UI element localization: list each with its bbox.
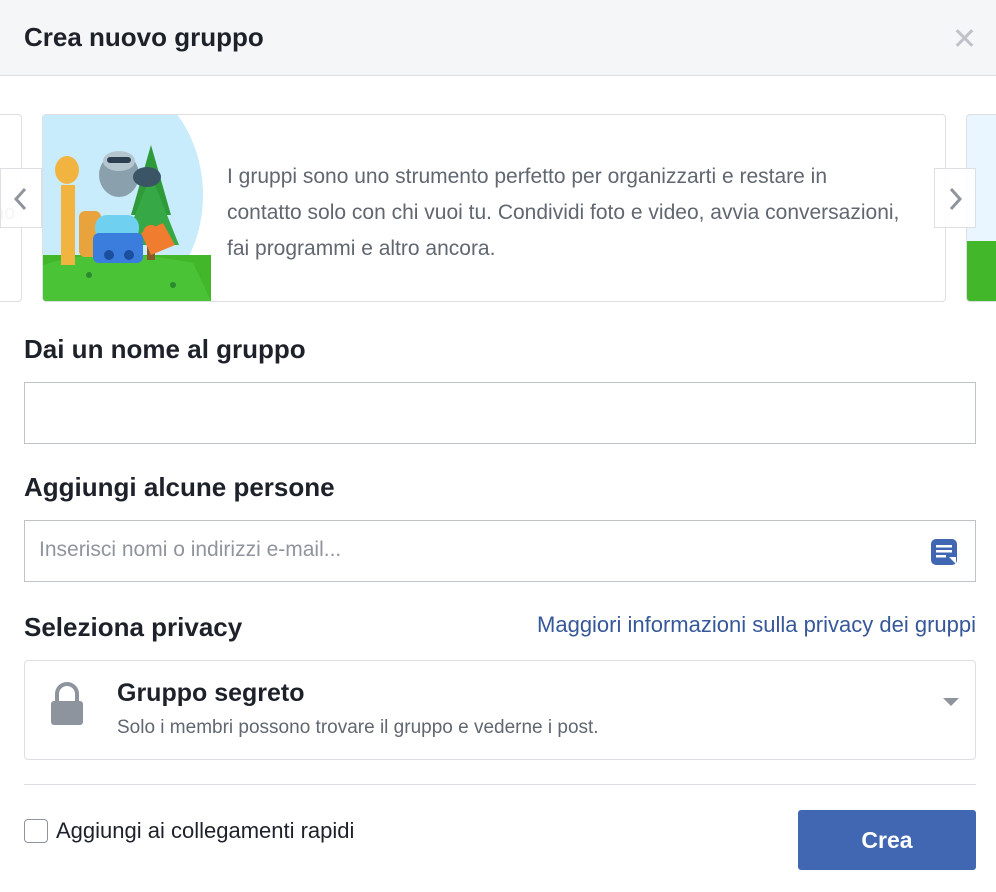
carousel-card-current: I gruppi sono uno strumento perfetto per…: [42, 114, 946, 302]
group-name-field[interactable]: [24, 382, 976, 444]
chevron-left-icon: [13, 187, 27, 211]
chevron-down-icon: [943, 698, 959, 706]
shortcut-label[interactable]: Aggiungi ai collegamenti rapidi: [56, 818, 354, 844]
chevron-right-icon: [949, 187, 963, 211]
privacy-selected-description: Solo i membri possono trovare il gruppo …: [117, 717, 599, 738]
address-book-icon[interactable]: [929, 537, 959, 567]
privacy-selected-title: Gruppo segreto: [117, 679, 305, 707]
intro-carousel: no I gruppi sono uno stru: [0, 114, 996, 302]
group-name-input[interactable]: [25, 383, 933, 441]
dialog-header: Crea nuovo gruppo: [0, 0, 996, 76]
add-people-input[interactable]: [25, 521, 933, 579]
carousel-card-next-image: [967, 241, 996, 301]
lock-icon: [51, 682, 83, 725]
group-illustration: [43, 115, 211, 301]
add-people-field[interactable]: [24, 520, 976, 582]
close-icon[interactable]: [952, 26, 976, 50]
carousel-next-button[interactable]: [934, 168, 976, 228]
group-name-label: Dai un nome al gruppo: [24, 334, 306, 364]
carousel-prev-button[interactable]: [0, 168, 42, 228]
create-button[interactable]: Crea: [798, 810, 976, 870]
dialog-title: Crea nuovo gruppo: [24, 22, 264, 52]
shortcut-checkbox[interactable]: [24, 819, 48, 843]
privacy-info-link[interactable]: Maggiori informazioni sulla privacy dei …: [537, 612, 976, 638]
privacy-label: Seleziona privacy: [24, 612, 243, 642]
footer-divider: [24, 784, 976, 785]
carousel-description: I gruppi sono uno strumento perfetto per…: [227, 165, 900, 260]
add-people-label: Aggiungi alcune persone: [24, 472, 335, 502]
privacy-selector[interactable]: Gruppo segreto Solo i membri possono tro…: [24, 660, 976, 760]
